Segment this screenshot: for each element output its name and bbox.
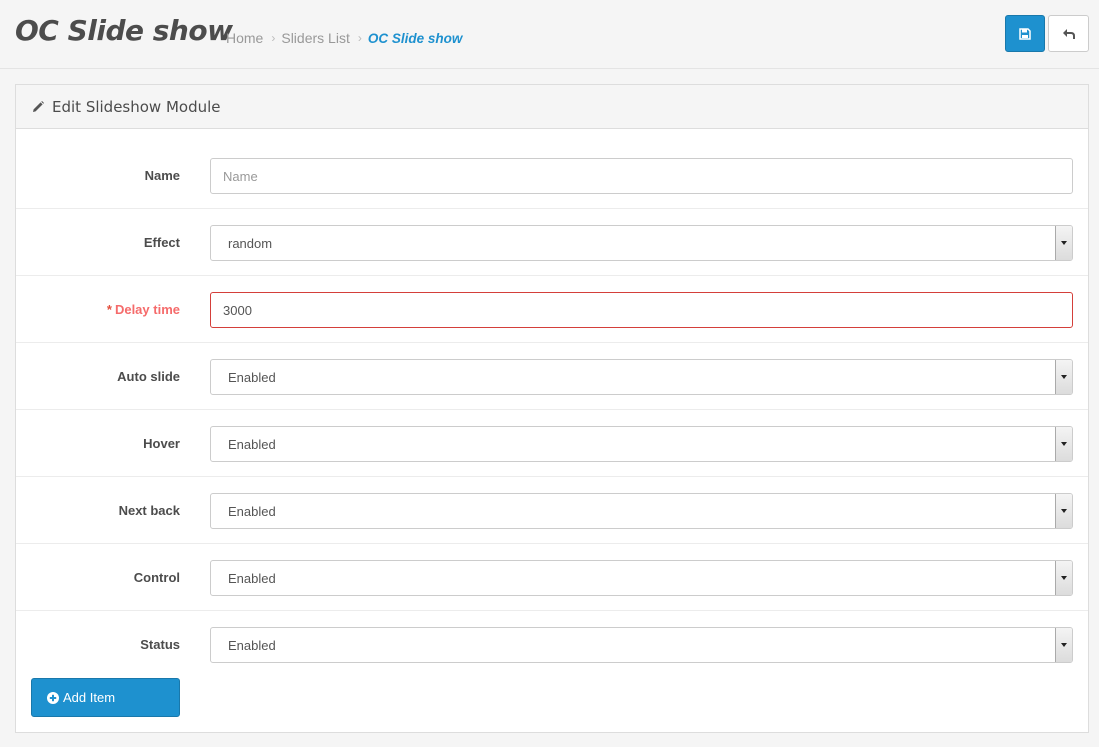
breadcrumb-sliders-list[interactable]: Sliders List (281, 30, 349, 46)
chevron-down-icon (1055, 226, 1072, 260)
hover-value: Enabled (228, 436, 276, 452)
delay-label: Delay time (107, 276, 180, 342)
page-title: OC Slide show (15, 14, 233, 47)
status-label: Status (140, 637, 180, 652)
form-group-name: Name Name (16, 142, 1088, 209)
status-select[interactable]: Enabled (210, 627, 1073, 663)
hover-select[interactable]: Enabled (210, 426, 1073, 462)
next-back-label: Next back (118, 502, 180, 518)
breadcrumb: Home › Sliders List › OC Slide show (226, 30, 462, 46)
back-button[interactable] (1048, 15, 1089, 52)
next-back-select[interactable]: Enabled (210, 493, 1073, 529)
name-input[interactable]: Name (210, 158, 1073, 194)
form-group-control: Control Enabled (16, 544, 1088, 611)
control-select[interactable]: Enabled (210, 560, 1073, 596)
add-item-button[interactable]: Add Item (31, 678, 180, 717)
form-group-next-back: Next back Enabled (16, 477, 1088, 544)
form-group-hover: Hover Enabled (16, 410, 1088, 477)
edit-panel: Edit Slideshow Module Name Name Effect r… (15, 84, 1089, 733)
save-icon (1019, 27, 1031, 40)
breadcrumb-home[interactable]: Home (226, 30, 263, 46)
panel-title: Edit Slideshow Module (52, 97, 221, 116)
chevron-down-icon (1055, 427, 1072, 461)
delay-input[interactable]: 3000 (210, 292, 1073, 328)
breadcrumb-separator: › (271, 31, 276, 45)
delay-value: 3000 (223, 302, 252, 318)
effect-select[interactable]: random (210, 225, 1073, 261)
page-header: OC Slide show Home › Sliders List › OC S… (0, 0, 1099, 69)
form-group-status: Status Enabled (16, 611, 1088, 678)
auto-slide-select[interactable]: Enabled (210, 359, 1073, 395)
form-group-effect: Effect random (16, 209, 1088, 276)
auto-slide-label: Auto slide (117, 368, 180, 384)
chevron-down-icon (1055, 561, 1072, 595)
control-label: Control (133, 569, 180, 585)
effect-value: random (228, 235, 273, 251)
chevron-down-icon (1055, 628, 1072, 662)
status-value: Enabled (228, 637, 276, 653)
panel-heading: Edit Slideshow Module (16, 85, 1088, 129)
reply-icon (1062, 28, 1075, 39)
plus-circle-icon (47, 691, 59, 704)
chevron-down-icon (1055, 494, 1072, 528)
breadcrumb-current[interactable]: OC Slide show (368, 31, 463, 46)
control-value: Enabled (228, 570, 276, 586)
breadcrumb-separator: › (357, 31, 362, 45)
chevron-down-icon (1055, 360, 1072, 394)
name-placeholder: Name (223, 168, 258, 184)
add-item-label: Add Item (63, 690, 116, 705)
next-back-value: Enabled (228, 503, 276, 519)
save-button[interactable] (1005, 15, 1045, 52)
name-label: Name (144, 167, 180, 183)
form-group-auto-slide: Auto slide Enabled (16, 343, 1088, 410)
effect-label: Effect (143, 234, 180, 250)
hover-label: Hover (143, 435, 180, 451)
form-group-delay: Delay time 3000 (16, 276, 1088, 343)
pencil-icon (33, 100, 44, 112)
auto-slide-value: Enabled (228, 369, 276, 385)
